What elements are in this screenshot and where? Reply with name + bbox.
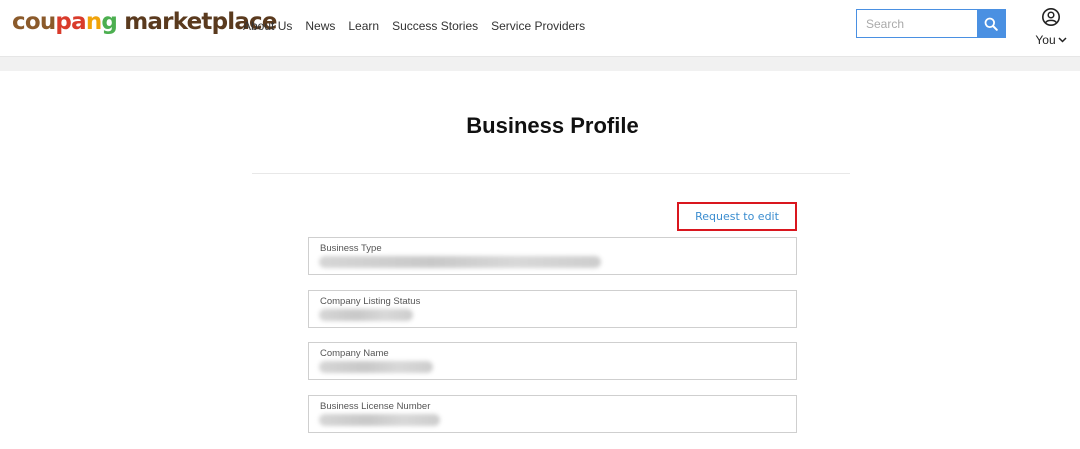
field-label: Business License Number: [320, 401, 431, 412]
search-button[interactable]: [977, 10, 1005, 37]
business-type-field: Business Type: [308, 237, 797, 275]
logo-part: cou: [12, 9, 56, 35]
logo-part: pa: [55, 9, 86, 35]
user-avatar-icon: [1042, 8, 1060, 26]
title-divider: [252, 173, 850, 174]
nav-about-us[interactable]: About Us: [243, 19, 292, 33]
request-to-edit-button[interactable]: Request to edit: [677, 202, 797, 231]
user-menu[interactable]: You: [1034, 7, 1068, 47]
field-value-redacted: [319, 256, 601, 268]
field-label: Company Name: [320, 348, 389, 359]
field-value-redacted: [319, 414, 440, 426]
top-header: coupang marketplace About Us News Learn …: [0, 0, 1080, 56]
field-value-redacted: [319, 361, 433, 373]
company-name-field: Company Name: [308, 342, 797, 380]
chevron-down-icon: [1058, 37, 1067, 43]
main-nav: About Us News Learn Success Stories Serv…: [243, 19, 598, 33]
search-icon: [984, 17, 998, 31]
field-label: Company Listing Status: [320, 296, 421, 307]
user-name: You: [1035, 33, 1056, 47]
business-license-number-field: Business License Number: [308, 395, 797, 433]
page-title: Business Profile: [466, 113, 639, 138]
search-box: [856, 9, 1006, 38]
user-label: You: [1034, 33, 1068, 47]
nav-news[interactable]: News: [305, 19, 335, 33]
logo-part: g: [101, 9, 118, 35]
nav-service-providers[interactable]: Service Providers: [491, 19, 585, 33]
coupang-marketplace-logo[interactable]: coupang marketplace: [12, 9, 277, 35]
search-input[interactable]: [857, 10, 977, 37]
field-label: Business Type: [320, 243, 382, 254]
field-value-redacted: [319, 309, 413, 321]
logo-part: n: [85, 9, 102, 35]
company-listing-status-field: Company Listing Status: [308, 290, 797, 328]
header-sub-bar: [0, 56, 1080, 71]
nav-learn[interactable]: Learn: [348, 19, 379, 33]
nav-success-stories[interactable]: Success Stories: [392, 19, 478, 33]
